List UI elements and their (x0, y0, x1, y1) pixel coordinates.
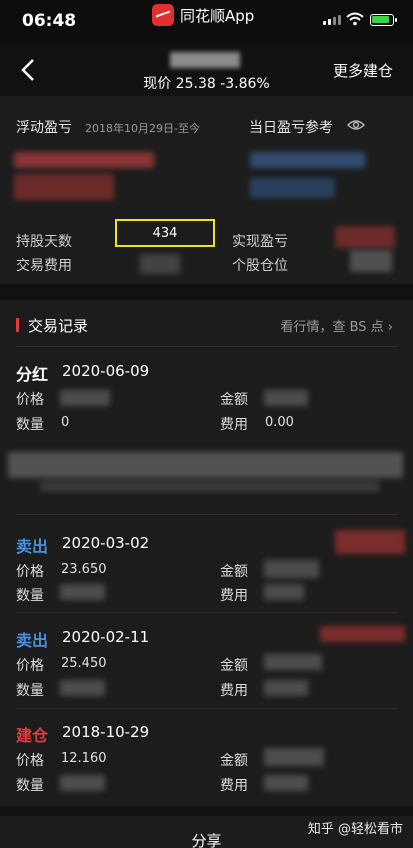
qty-redacted (60, 584, 105, 600)
dividend-note-redacted (40, 480, 380, 492)
qty-label: 数量 (16, 588, 44, 604)
qty-redacted (60, 680, 105, 696)
floating-pl-amount-redacted (14, 152, 154, 168)
qty-redacted (60, 775, 105, 791)
price-value: 23.650 (61, 562, 107, 577)
floating-pl-ratio-redacted (14, 174, 114, 200)
amount-label: 金额 (220, 392, 248, 408)
dividend-note-redacted (8, 452, 403, 478)
fee-redacted (264, 584, 304, 600)
realized-pl-redacted (335, 226, 395, 248)
date-range: 2018年10月29日-至今 (85, 122, 200, 135)
more-positions-button[interactable]: 更多建仓 (333, 60, 393, 81)
fee-label: 交易费用 (16, 258, 72, 274)
record-type: 建仓 (16, 726, 49, 745)
return-to-app[interactable]: 同花顺App (152, 4, 254, 26)
qty-value: 0 (61, 415, 70, 430)
chevron-right-icon: › (387, 320, 393, 335)
divider (16, 514, 397, 515)
fee-label: 费用 (220, 778, 248, 794)
daily-pl-ratio-redacted (250, 178, 335, 198)
record-type: 卖出 (16, 631, 49, 650)
divider (16, 708, 397, 709)
divider (16, 612, 397, 613)
trade-records-title: 交易记录 (28, 317, 89, 335)
watermark: 知乎 @轻松看市 (307, 822, 403, 837)
qty-label: 数量 (16, 683, 44, 699)
price-value: 12.160 (61, 751, 107, 766)
battery-icon (370, 14, 397, 26)
view-chart-link[interactable]: 看行情，查 BS 点 › (280, 316, 393, 335)
divider (16, 346, 397, 347)
price-label: 价格 (16, 392, 44, 408)
status-bar: 06:48 同花顺App (0, 0, 413, 42)
floating-pl-label: 浮动盈亏 (16, 120, 72, 136)
record-date: 2020-02-11 (62, 628, 150, 646)
wifi-icon (346, 12, 364, 26)
app-name: 同花顺App (180, 6, 255, 25)
position-ratio-label: 个股仓位 (232, 258, 288, 274)
clock: 06:48 (22, 11, 77, 31)
price-label: 价格 (16, 753, 44, 769)
record-pl-redacted (320, 626, 405, 642)
record-pl-redacted (335, 530, 405, 554)
tonghuashun-logo-icon (152, 4, 174, 26)
amount-redacted (264, 390, 308, 406)
holding-days-label: 持股天数 (16, 234, 72, 250)
section-accent (16, 318, 19, 332)
price-value: 25.450 (61, 656, 107, 671)
daily-pl-amount-redacted (250, 152, 365, 168)
fee-redacted (264, 775, 308, 791)
record-date: 2020-06-09 (62, 362, 150, 380)
price-redacted (60, 390, 110, 406)
record-type: 分红 (16, 365, 49, 384)
eye-icon[interactable] (347, 118, 365, 132)
holding-days-value: 434 (152, 226, 178, 241)
amount-redacted (264, 560, 319, 578)
qty-label: 数量 (16, 778, 44, 794)
cellular-signal-icon (323, 15, 341, 25)
record-date: 2020-03-02 (62, 534, 150, 552)
amount-label: 金额 (220, 564, 248, 580)
amount-label: 金额 (220, 753, 248, 769)
price-label: 价格 (16, 658, 44, 674)
stock-name-redacted (170, 52, 240, 68)
price-label: 价格 (16, 564, 44, 580)
record-type: 卖出 (16, 537, 49, 556)
amount-redacted (264, 654, 322, 670)
position-ratio-redacted (350, 250, 392, 272)
view-chart-link-label: 看行情，查 BS 点 (280, 320, 384, 335)
fee-label: 费用 (220, 588, 248, 604)
qty-label: 数量 (16, 417, 44, 433)
fee-redacted (264, 680, 308, 696)
fee-label: 费用 (220, 683, 248, 699)
fee-label: 费用 (220, 417, 248, 433)
fee-redacted (140, 254, 180, 274)
record-date: 2018-10-29 (62, 723, 150, 741)
amount-label: 金额 (220, 658, 248, 674)
daily-pl-label: 当日盈亏参考 (249, 120, 333, 136)
realized-pl-label: 实现盈亏 (232, 234, 288, 250)
amount-redacted (264, 748, 324, 766)
fee-value: 0.00 (265, 415, 294, 430)
